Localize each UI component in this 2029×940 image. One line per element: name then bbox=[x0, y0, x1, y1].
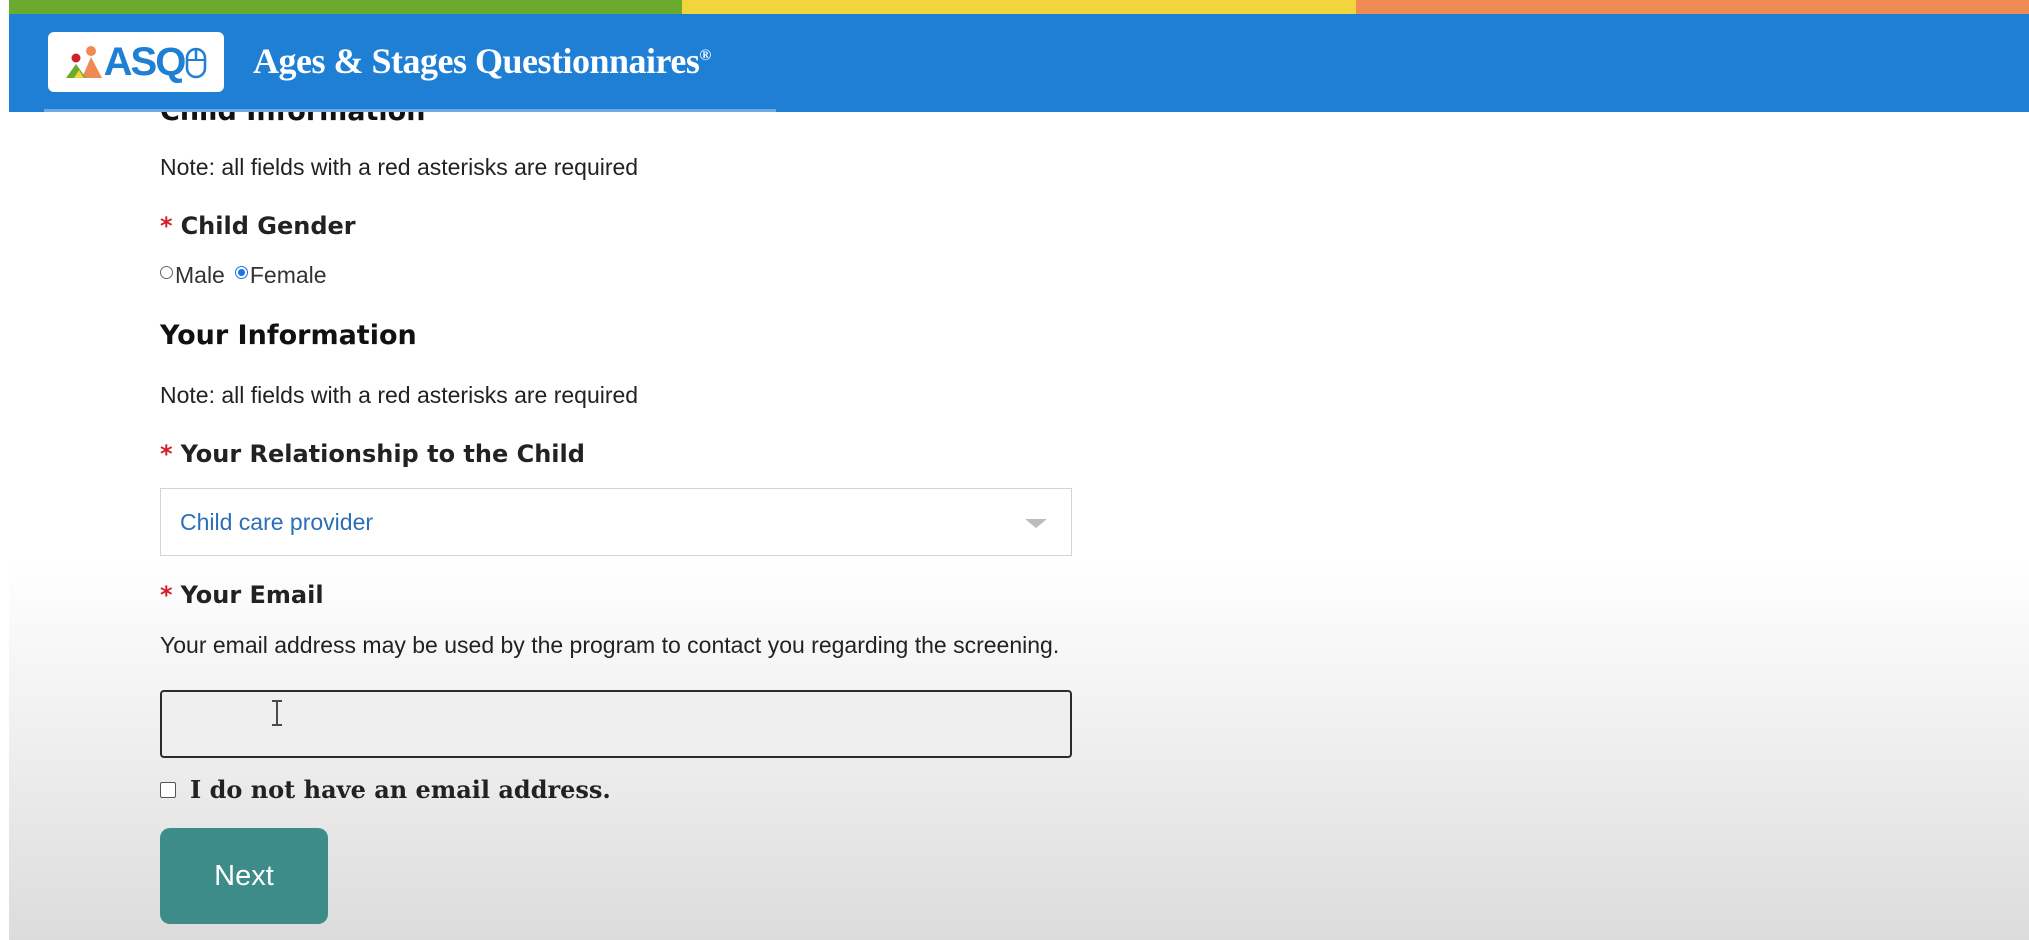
gender-female-radio[interactable] bbox=[234, 266, 248, 279]
asq-logo[interactable]: ASQ bbox=[48, 32, 224, 92]
no-email-option: I do not have an email address. bbox=[160, 775, 611, 804]
relationship-selected-value: Child care provider bbox=[180, 509, 374, 535]
page-left-edge bbox=[0, 0, 9, 940]
your-information-heading: Your Information bbox=[160, 320, 417, 351]
stripe-orange bbox=[1355, 0, 2029, 14]
logo-text: ASQ bbox=[103, 40, 187, 84]
child-required-note: Note: all fields with a red asterisks ar… bbox=[160, 154, 639, 180]
site-title-text: Ages & Stages Questionnaires bbox=[253, 41, 700, 81]
relationship-label: * Your Relationship to the Child bbox=[160, 440, 585, 468]
family-logo-icon bbox=[65, 46, 102, 78]
relationship-label-text: Your Relationship to the Child bbox=[180, 440, 585, 468]
color-stripe bbox=[9, 0, 2029, 14]
stripe-yellow bbox=[682, 0, 1356, 14]
your-required-note: Note: all fields with a red asterisks ar… bbox=[160, 382, 639, 408]
gender-male-radio[interactable] bbox=[160, 266, 173, 279]
required-asterisk: * bbox=[160, 212, 173, 240]
email-label: * Your Email bbox=[160, 581, 324, 609]
required-asterisk: * bbox=[160, 440, 173, 468]
registered-mark: ® bbox=[699, 47, 711, 64]
child-gender-label: * Child Gender bbox=[160, 212, 356, 240]
chevron-down-icon bbox=[1025, 519, 1047, 528]
child-gender-radio-group: Male Female bbox=[160, 262, 337, 289]
gender-male-label[interactable]: Male bbox=[175, 262, 225, 289]
child-gender-label-text: Child Gender bbox=[180, 212, 356, 240]
relationship-select[interactable]: Child care provider bbox=[160, 488, 1072, 556]
email-label-text: Your Email bbox=[180, 581, 324, 609]
stripe-green bbox=[9, 0, 683, 14]
site-title: Ages & Stages Questionnaires® bbox=[253, 40, 711, 82]
email-description: Your email address may be used by the pr… bbox=[160, 632, 1060, 658]
site-header: ASQ Ages & Stages Questionnaires® bbox=[9, 14, 2029, 112]
next-button[interactable]: Next bbox=[160, 828, 328, 924]
no-email-checkbox[interactable] bbox=[160, 781, 176, 798]
mouse-logo-icon bbox=[186, 47, 207, 79]
gender-female-label[interactable]: Female bbox=[250, 262, 327, 289]
required-asterisk: * bbox=[160, 581, 173, 609]
child-information-heading: Child Information bbox=[160, 112, 425, 128]
questionnaire-form: Child Information Note: all fields with … bbox=[160, 112, 1260, 940]
email-field[interactable] bbox=[160, 690, 1072, 758]
no-email-label[interactable]: I do not have an email address. bbox=[190, 775, 611, 804]
